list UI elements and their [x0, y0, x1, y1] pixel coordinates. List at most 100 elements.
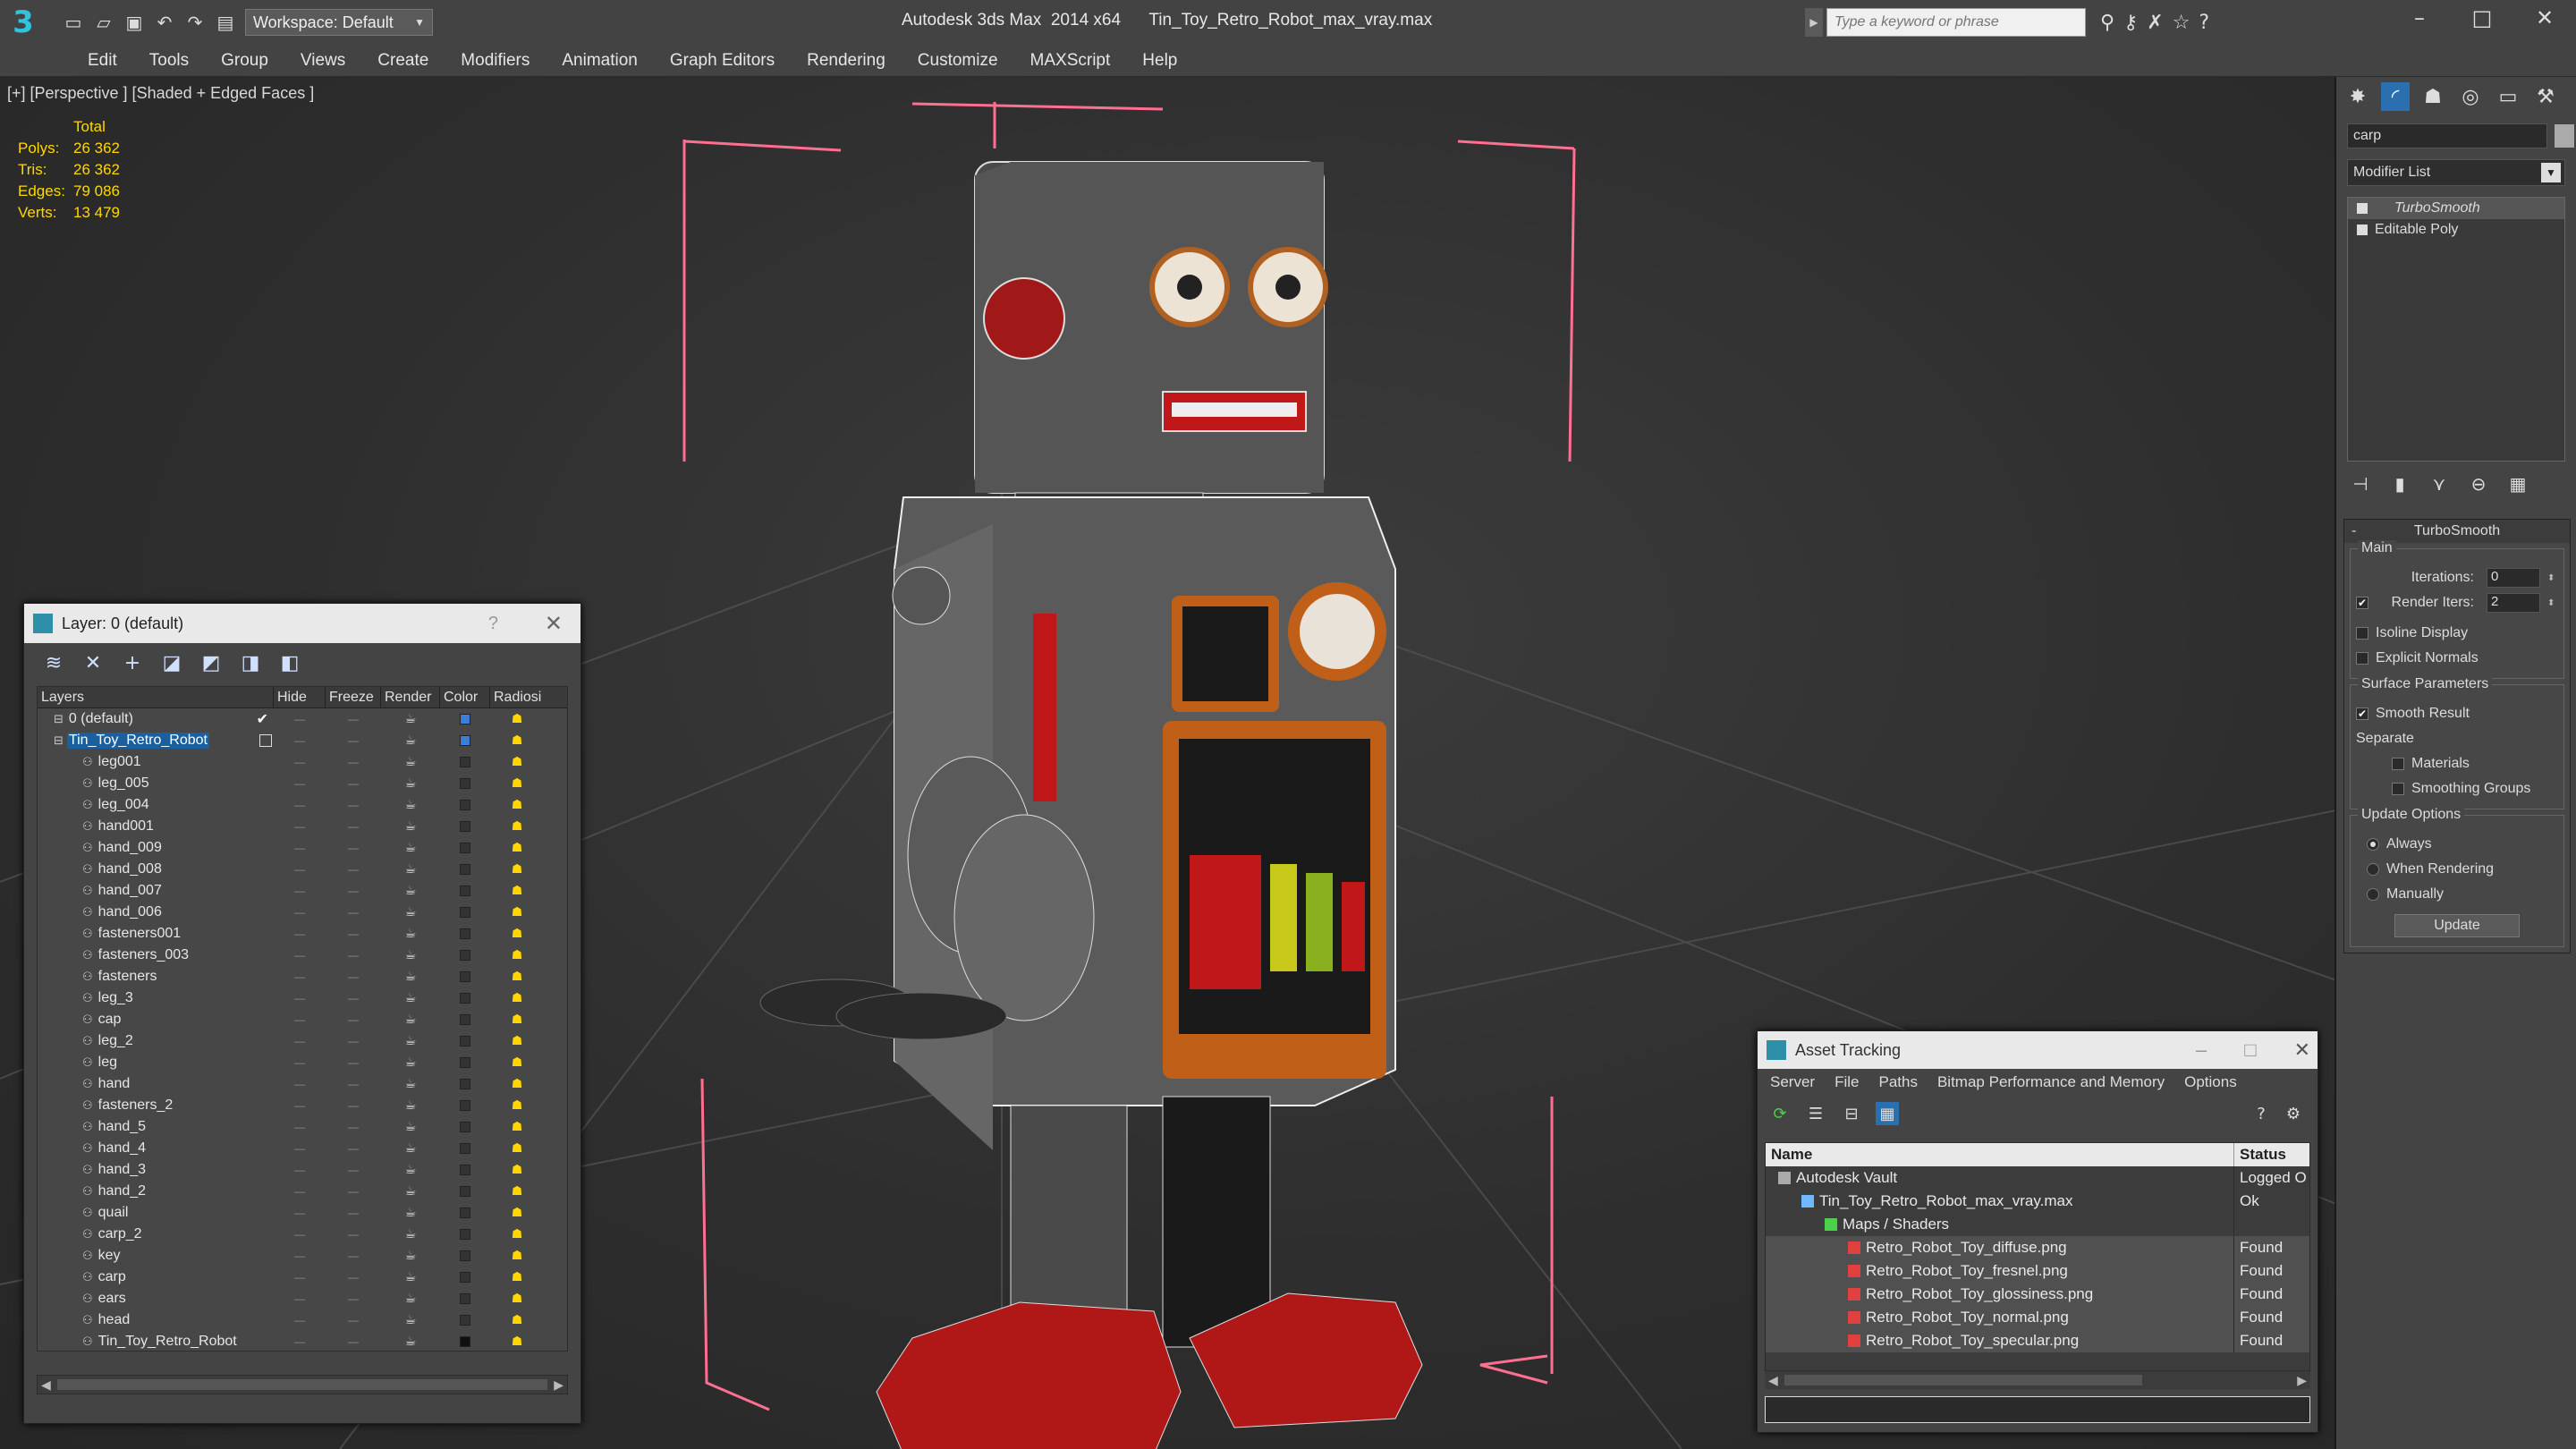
radiosity-icon[interactable]: ☗	[490, 755, 544, 769]
render-teapot-icon[interactable]: ☕	[381, 1313, 440, 1327]
asset-row[interactable]: Retro_Robot_Toy_diffuse.png Found	[1766, 1236, 2309, 1259]
create-tab-icon[interactable]: ✸	[2343, 82, 2372, 111]
freeze-toggle[interactable]: —	[326, 885, 381, 897]
radiosity-icon[interactable]: ☗	[490, 1206, 544, 1220]
freeze-toggle[interactable]: —	[326, 970, 381, 983]
layer-row[interactable]: ⚇ carp_2— — ☕ ☗	[38, 1224, 567, 1245]
smooth-result-checkbox[interactable]: ✔	[2356, 708, 2368, 720]
menu-create[interactable]: Create	[361, 51, 445, 71]
render-teapot-icon[interactable]: ☕	[381, 1292, 440, 1306]
menu-tools[interactable]: Tools	[133, 51, 205, 71]
menu-modifiers[interactable]: Modifiers	[445, 51, 546, 71]
hide-toggle[interactable]: —	[274, 1207, 326, 1219]
radiosity-icon[interactable]: ☗	[490, 1184, 544, 1199]
radiosity-icon[interactable]: ☗	[490, 776, 544, 791]
radiosity-icon[interactable]: ☗	[490, 1163, 544, 1177]
asset-row[interactable]: Autodesk Vault Logged O	[1766, 1166, 2309, 1190]
layer-row[interactable]: ⚇ fasteners_003— — ☕ ☗	[38, 945, 567, 966]
menu-bitmap-performance[interactable]: Bitmap Performance and Memory	[1937, 1073, 2165, 1091]
layer-row[interactable]: ⚇ fasteners_2— — ☕ ☗	[38, 1095, 567, 1116]
layer-color-swatch[interactable]	[440, 1036, 490, 1046]
layer-name-cell[interactable]: ⚇ hand_008	[38, 859, 274, 880]
always-radio[interactable]	[2367, 838, 2379, 851]
hide-toggle[interactable]: —	[274, 1185, 326, 1198]
freeze-toggle[interactable]: —	[326, 1250, 381, 1262]
stack-item-editable-poly[interactable]: Editable Poly	[2348, 219, 2564, 241]
add-selection-icon[interactable]: +	[119, 649, 146, 676]
viewport-label[interactable]: [+] [Perspective ] [Shaded + Edged Faces…	[7, 84, 314, 103]
maximize-button[interactable]: □	[2451, 0, 2513, 36]
freeze-toggle[interactable]: —	[326, 1056, 381, 1069]
layer-color-swatch[interactable]	[440, 735, 490, 746]
pin-stack-icon[interactable]: ⊣	[2347, 473, 2374, 495]
render-teapot-icon[interactable]: ☕	[381, 1120, 440, 1134]
hide-toggle[interactable]: —	[274, 1056, 326, 1069]
hide-toggle[interactable]: —	[274, 1121, 326, 1133]
scroll-thumb[interactable]	[57, 1379, 547, 1390]
col-color[interactable]: Color	[440, 687, 490, 708]
asset-name-cell[interactable]: Retro_Robot_Toy_fresnel.png	[1766, 1259, 2234, 1283]
undo-icon[interactable]: ↶	[152, 11, 177, 34]
layer-name-cell[interactable]: ⚇ leg_3	[38, 987, 274, 1009]
hide-toggle[interactable]: —	[274, 842, 326, 854]
menu-animation[interactable]: Animation	[546, 51, 654, 71]
hide-toggle[interactable]: —	[274, 1164, 326, 1176]
render-teapot-icon[interactable]: ☕	[381, 1249, 440, 1263]
workspace-dropdown[interactable]: Workspace: Default ▼	[245, 9, 433, 36]
radiosity-icon[interactable]: ☗	[490, 841, 544, 855]
layer-name-cell[interactable]: ⚇ leg001	[38, 751, 274, 773]
render-teapot-icon[interactable]: ☕	[381, 862, 440, 877]
layer-color-swatch[interactable]	[440, 757, 490, 767]
hide-toggle[interactable]: —	[274, 756, 326, 768]
layer-name-cell[interactable]: ⚇ quail	[38, 1202, 274, 1224]
radiosity-icon[interactable]: ☗	[490, 733, 544, 748]
open-icon[interactable]: ▱	[91, 11, 116, 34]
help-icon[interactable]: ?	[488, 614, 498, 634]
layer-name-cell[interactable]: ⚇ carp	[38, 1267, 274, 1288]
redo-icon[interactable]: ↷	[182, 11, 208, 34]
layer-name-cell[interactable]: ⚇ Tin_Toy_Retro_Robot	[38, 1331, 274, 1351]
layer-name-cell[interactable]: ⚇ hand_4	[38, 1138, 274, 1159]
layer-row[interactable]: ⚇ hand_2— — ☕ ☗	[38, 1181, 567, 1202]
layer-color-swatch[interactable]	[440, 1315, 490, 1326]
isoline-checkbox[interactable]	[2356, 627, 2368, 640]
radiosity-icon[interactable]: ☗	[490, 1098, 544, 1113]
update-button[interactable]: Update	[2394, 914, 2520, 937]
tree-view-icon[interactable]: ⊟	[1840, 1102, 1863, 1125]
col-freeze[interactable]: Freeze	[326, 687, 381, 708]
asset-name-cell[interactable]: Tin_Toy_Retro_Robot_max_vray.max	[1766, 1190, 2234, 1213]
menu-maxscript[interactable]: MAXScript	[1014, 51, 1127, 71]
freeze-toggle[interactable]: —	[326, 1314, 381, 1326]
settings-icon[interactable]: ⚙	[2282, 1102, 2305, 1125]
render-teapot-icon[interactable]: ☕	[381, 1227, 440, 1241]
render-iters-checkbox[interactable]: ✔	[2356, 597, 2368, 609]
layer-name-cell[interactable]: ⚇ leg_005	[38, 773, 274, 794]
layer-row[interactable]: ⚇ fasteners001— — ☕ ☗	[38, 923, 567, 945]
layer-row[interactable]: ⚇ hand_007— — ☕ ☗	[38, 880, 567, 902]
remove-modifier-icon[interactable]: ⊖	[2465, 473, 2492, 495]
render-teapot-icon[interactable]: ☕	[381, 798, 440, 812]
layer-color-swatch[interactable]	[440, 1079, 490, 1089]
asset-name-cell[interactable]: Autodesk Vault	[1766, 1166, 2234, 1190]
layer-horizontal-scrollbar[interactable]: ◀ ▶	[37, 1375, 568, 1394]
configure-sets-icon[interactable]: ▦	[2504, 473, 2531, 495]
layer-row[interactable]: ⚇ hand_5— — ☕ ☗	[38, 1116, 567, 1138]
layer-name-cell[interactable]: ⚇ head	[38, 1309, 274, 1331]
col-layers[interactable]: Layers	[38, 687, 274, 708]
maximize-button[interactable]: □	[2244, 1038, 2256, 1062]
bulb-icon[interactable]	[2357, 203, 2368, 214]
freeze-toggle[interactable]: —	[326, 1292, 381, 1305]
render-teapot-icon[interactable]: ☕	[381, 884, 440, 898]
key-icon[interactable]: ⚷	[2123, 12, 2138, 34]
layer-row[interactable]: ⚇ fasteners — — ☕ ☗	[38, 966, 567, 987]
help-icon[interactable]: ?	[2199, 12, 2209, 34]
render-teapot-icon[interactable]: ☕	[381, 1184, 440, 1199]
asset-row[interactable]: Tin_Toy_Retro_Robot_max_vray.max Ok	[1766, 1190, 2309, 1213]
layer-color-swatch[interactable]	[440, 843, 490, 853]
close-button[interactable]: ✕	[2294, 1038, 2310, 1062]
layer-name-cell[interactable]: ⚇ fasteners_2	[38, 1095, 274, 1116]
render-teapot-icon[interactable]: ☕	[381, 1206, 440, 1220]
menu-rendering[interactable]: Rendering	[791, 51, 902, 71]
menu-help[interactable]: Help	[1126, 51, 1193, 71]
freeze-toggle[interactable]: —	[326, 928, 381, 940]
